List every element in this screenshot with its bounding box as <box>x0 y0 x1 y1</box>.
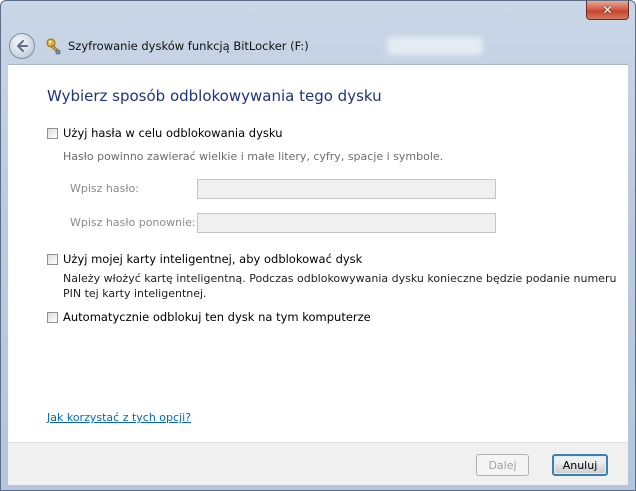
bitlocker-window: ✕ Szyfrowanie dysków funkcją BitLocker (… <box>0 0 636 491</box>
password-checkbox[interactable] <box>47 127 58 139</box>
back-arrow-icon <box>17 40 28 52</box>
auto-unlock-checkbox[interactable] <box>47 311 58 323</box>
back-button[interactable] <box>9 33 35 59</box>
smartcard-note-line2: PIN tej karty inteligentnej. <box>63 287 207 300</box>
password-note: Hasło powinno zawierać wielkie i małe li… <box>63 150 444 163</box>
auto-unlock-option-label: Automatycznie odblokuj ten dysk na tym k… <box>63 310 371 324</box>
auto-unlock-option[interactable]: Automatycznie odblokuj ten dysk na tym k… <box>47 310 371 324</box>
footer-bar: Dalej Anuluj <box>8 442 628 485</box>
close-icon: ✕ <box>602 3 613 17</box>
key-icon <box>45 37 63 55</box>
title-bar: Szyfrowanie dysków funkcją BitLocker (F:… <box>7 29 629 63</box>
smartcard-checkbox[interactable] <box>47 253 58 265</box>
password-field <box>197 179 496 199</box>
smartcard-note-line1: Należy włożyć kartę inteligentną. Podcza… <box>63 272 617 285</box>
smartcard-option[interactable]: Użyj mojej karty inteligentnej, aby odbl… <box>47 252 362 266</box>
content-pane: Wybierz sposób odblokowywania tego dysku… <box>8 64 628 443</box>
password-label: Wpisz hasło: <box>70 182 139 195</box>
page-title: Wybierz sposób odblokowywania tego dysku <box>47 87 382 105</box>
smartcard-option-label: Użyj mojej karty inteligentnej, aby odbl… <box>63 252 363 266</box>
confirm-password-field <box>197 213 496 233</box>
help-link[interactable]: Jak korzystać z tych opcji? <box>47 411 191 424</box>
password-option-label: Użyj hasła w celu odblokowania dysku <box>63 126 283 140</box>
cancel-button[interactable]: Anuluj <box>552 454 608 476</box>
window-title: Szyfrowanie dysków funkcją BitLocker (F:… <box>68 39 309 53</box>
title-glow <box>387 37 483 55</box>
next-button[interactable]: Dalej <box>476 454 529 476</box>
password-option[interactable]: Użyj hasła w celu odblokowania dysku <box>47 126 283 140</box>
close-button[interactable]: ✕ <box>586 1 629 20</box>
confirm-password-label: Wpisz hasło ponownie: <box>70 216 196 229</box>
